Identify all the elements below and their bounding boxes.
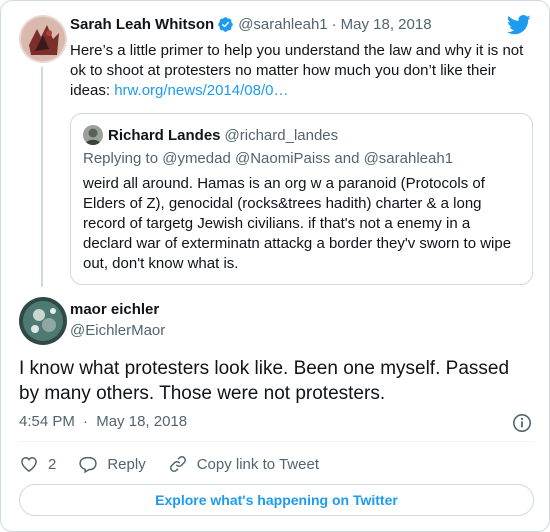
info-icon[interactable] (512, 413, 532, 433)
main-tweet-text: I know what protesters look like. Been o… (19, 358, 510, 404)
avatar[interactable] (19, 15, 67, 63)
main-tweet-date[interactable]: May 18, 2018 (96, 413, 187, 430)
author-name[interactable]: Sarah Leah Whitson (70, 16, 214, 33)
quoted-tweet-header: Richard Landes @richard_landes (83, 125, 338, 145)
verified-badge-icon (217, 16, 234, 33)
parent-tweet-text: Here’s a little primer to help you under… (70, 41, 525, 101)
parent-tweet[interactable]: Sarah Leah Whitson @sarahleah1 · May 18,… (1, 1, 549, 287)
like-count: 2 (48, 455, 57, 473)
timestamp-row: 4:54 PM · May 18, 2018 (19, 413, 534, 433)
author-handle[interactable]: @sarahleah1 (238, 16, 327, 33)
reply-button[interactable]: Reply (78, 454, 146, 474)
thread-line (41, 67, 43, 287)
tweet-date[interactable]: May 18, 2018 (341, 16, 432, 33)
main-author-name[interactable]: maor eichler (70, 301, 159, 318)
quoted-author-handle[interactable]: @richard_landes (225, 127, 339, 144)
timestamp-separator: · (83, 413, 89, 430)
main-tweet-author: maor eichler @EichlerMaor (19, 297, 519, 345)
like-button[interactable]: 2 (19, 454, 56, 474)
tweet-time[interactable]: 4:54 PM (19, 413, 75, 430)
divider (19, 441, 534, 442)
parent-tweet-header: Sarah Leah Whitson @sarahleah1 · May 18,… (70, 16, 432, 33)
copy-link-label: Copy link to Tweet (196, 455, 319, 473)
replying-to: Replying to @ymedad @NaomiPaiss and @sar… (83, 150, 454, 167)
explore-button[interactable]: Explore what's happening on Twitter (19, 484, 534, 516)
reply-bubble-icon (79, 457, 98, 474)
header-separator: · (331, 16, 337, 33)
quoted-author-name[interactable]: Richard Landes (108, 127, 221, 144)
quoted-tweet-text: weird all around. Hamas is an org w a pa… (83, 175, 512, 272)
heart-icon (21, 456, 37, 472)
copy-link-button[interactable]: Copy link to Tweet (168, 454, 319, 474)
tweet-embed-card: Sarah Leah Whitson @sarahleah1 · May 18,… (0, 0, 550, 532)
article-link[interactable]: hrw.org/news/2014/08/0… (114, 82, 288, 99)
link-icon (169, 456, 186, 472)
quoted-avatar[interactable] (83, 125, 103, 145)
main-author-handle[interactable]: @EichlerMaor (70, 322, 165, 339)
main-avatar[interactable] (19, 297, 67, 345)
twitter-bird-icon[interactable] (507, 15, 531, 35)
reply-label: Reply (107, 455, 146, 473)
action-bar: 2 Reply Copy link to Tweet (19, 453, 341, 475)
quoted-tweet[interactable]: Richard Landes @richard_landes Replying … (70, 113, 533, 285)
